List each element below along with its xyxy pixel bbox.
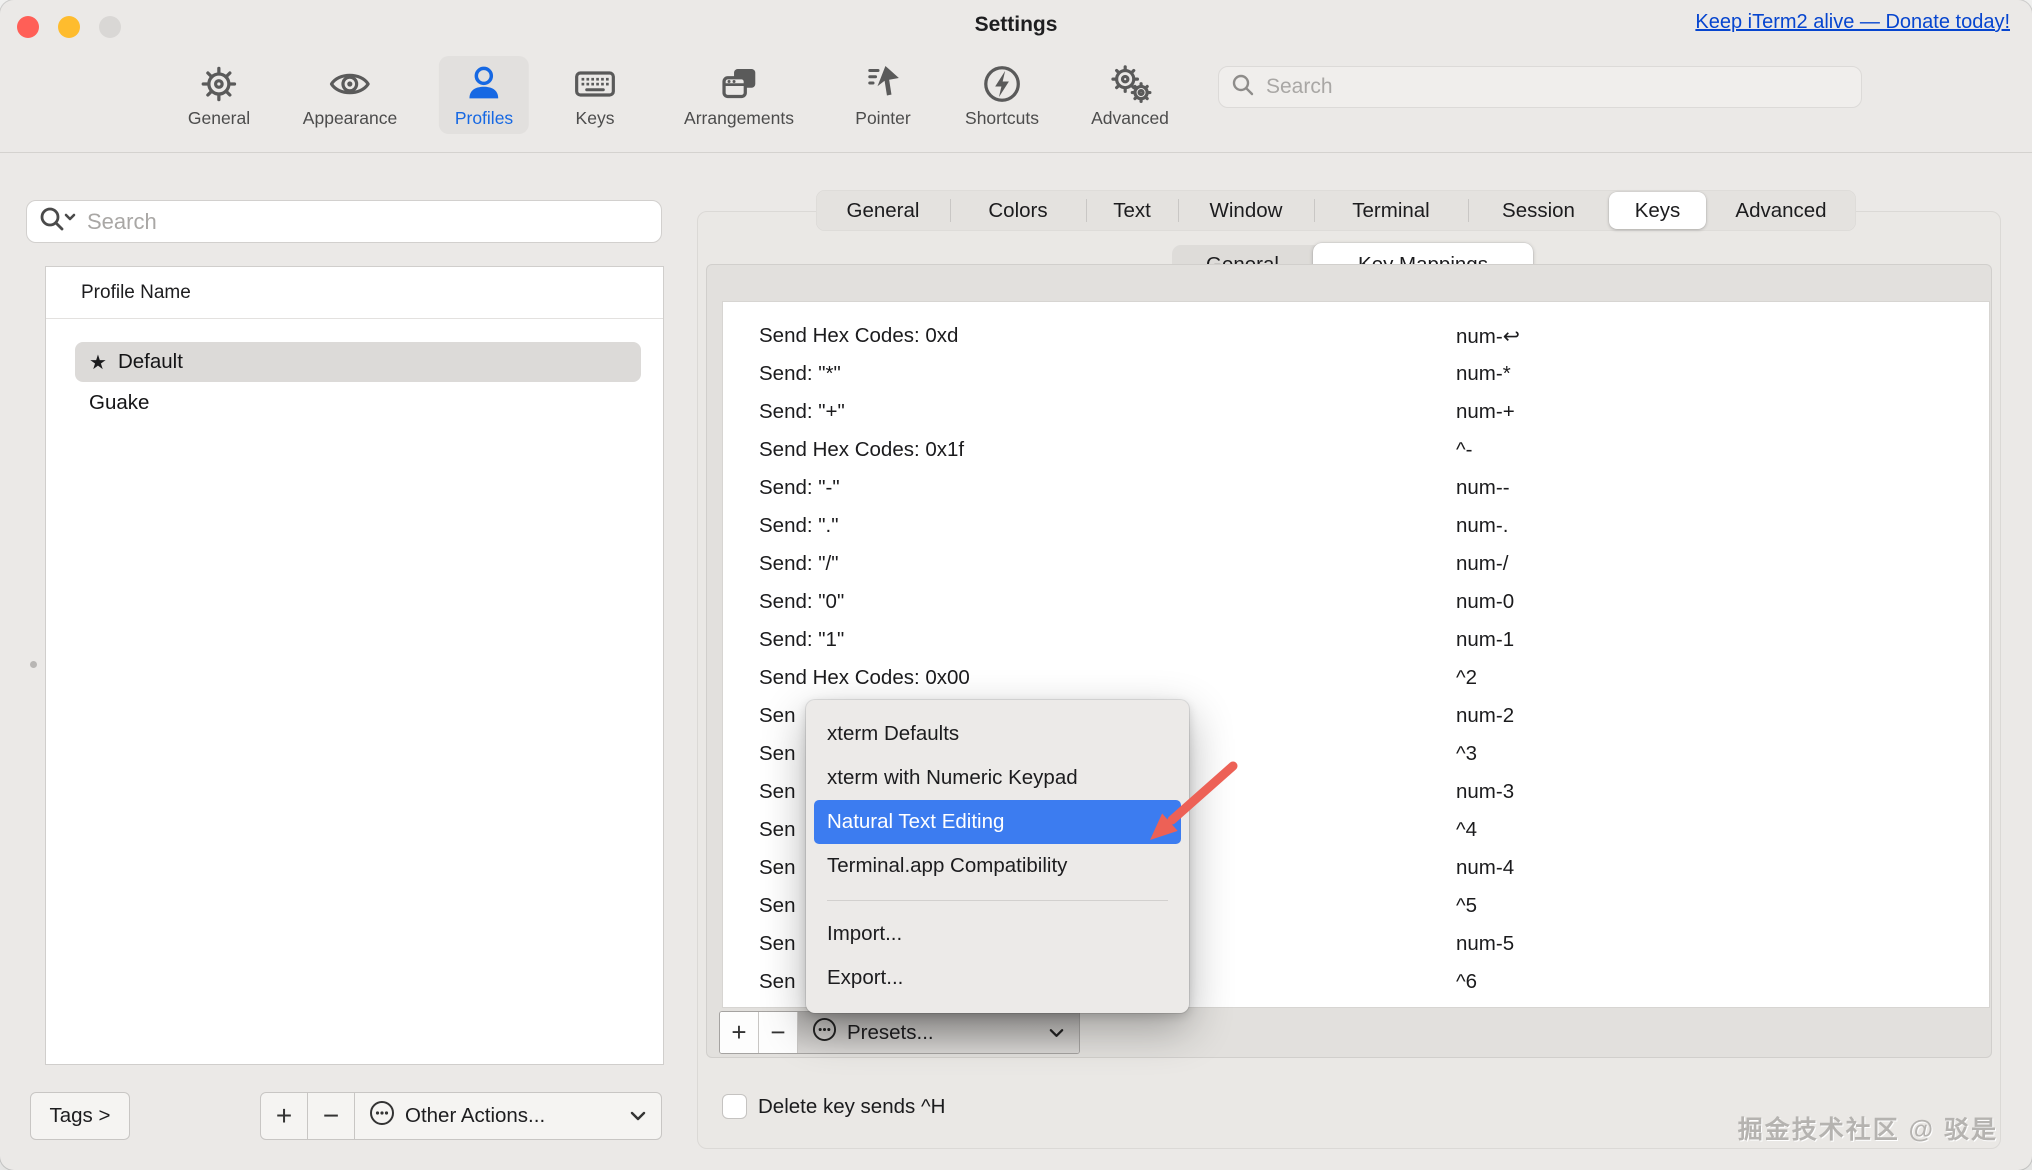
toolbar-item-pointer[interactable]: Pointer [839, 56, 926, 134]
gears-icon [1108, 64, 1152, 104]
profile-tabs: General Colors Text Window Terminal Sess… [816, 190, 1856, 231]
table-row[interactable]: Send: "."num-. [723, 507, 1989, 545]
profile-name: Guake [89, 391, 149, 415]
table-row[interactable]: Send: "/"num-/ [723, 545, 1989, 583]
star-icon: ★ [89, 350, 107, 375]
profile-actions-control: + − Other Actions... [260, 1092, 662, 1140]
settings-window: Settings Keep iTerm2 alive — Donate toda… [0, 0, 2032, 1170]
tab-general[interactable]: General [816, 190, 950, 231]
profile-row-guake[interactable]: Guake [75, 383, 641, 423]
presets-popup-menu: xterm Defaults xterm with Numeric Keypad… [806, 700, 1189, 1013]
toolbar-item-keys[interactable]: Keys [557, 56, 633, 134]
toolbar-item-label: Appearance [303, 109, 397, 128]
key-mapping-actions-control: + − Presets... [719, 1011, 1080, 1054]
toolbar-item-advanced[interactable]: Advanced [1075, 56, 1185, 134]
menu-item-xterm-defaults[interactable]: xterm Defaults [806, 712, 1189, 756]
menu-separator [827, 900, 1168, 901]
toolbar-item-label: Arrangements [684, 109, 794, 128]
profile-name: Default [118, 350, 183, 374]
other-actions-label: Other Actions... [405, 1104, 545, 1128]
person-icon [464, 64, 504, 104]
search-menu-icon [37, 205, 77, 238]
circle-ellipsis-icon [369, 1100, 395, 1132]
lightning-icon [982, 64, 1022, 104]
search-icon [1231, 73, 1255, 102]
eye-icon [328, 64, 372, 104]
tags-button[interactable]: Tags > [30, 1092, 130, 1140]
toolbar-item-label: Advanced [1091, 109, 1169, 128]
table-row[interactable]: Send: "+"num-+ [723, 393, 1989, 431]
tab-text[interactable]: Text [1086, 190, 1178, 231]
chevron-down-icon [629, 1104, 647, 1128]
circle-ellipsis-icon [812, 1017, 837, 1048]
other-actions-menu[interactable]: Other Actions... [355, 1093, 661, 1139]
menu-item-export[interactable]: Export... [806, 956, 1189, 1000]
toolbar-item-appearance[interactable]: Appearance [287, 56, 413, 134]
search-input[interactable] [1264, 74, 1849, 100]
table-row[interactable]: Send: "1"num-1 [723, 621, 1989, 659]
toolbar-divider [0, 152, 2032, 153]
windows-icon [719, 64, 759, 104]
delete-key-label: Delete key sends ^H [758, 1094, 945, 1119]
delete-key-checkbox[interactable] [722, 1094, 747, 1119]
toolbar-item-profiles[interactable]: Profiles [439, 56, 529, 134]
presets-menu-button[interactable]: Presets... [798, 1012, 1079, 1053]
toolbar-item-label: Profiles [455, 109, 513, 128]
table-row[interactable]: Send: "0"num-0 [723, 583, 1989, 621]
add-profile-button[interactable]: + [261, 1093, 308, 1139]
tab-session[interactable]: Session [1468, 190, 1609, 231]
watermark: 掘金技术社区 @ 驳是 [1738, 1110, 1998, 1146]
profile-row-default[interactable]: ★ Default [75, 342, 641, 382]
table-row[interactable]: Send Hex Codes: 0x00^2 [723, 659, 1989, 697]
menu-item-import[interactable]: Import... [806, 912, 1189, 956]
menu-item-natural-text-editing[interactable]: Natural Text Editing [814, 800, 1181, 844]
table-row[interactable]: Send Hex Codes: 0xdnum-↩ [723, 317, 1989, 355]
cursor-icon [863, 64, 903, 104]
tab-terminal[interactable]: Terminal [1314, 190, 1468, 231]
remove-key-mapping-button[interactable]: − [759, 1012, 798, 1053]
table-row[interactable]: Send Hex Codes: 0x1f^- [723, 431, 1989, 469]
toolbar-item-label: Keys [576, 109, 615, 128]
add-key-mapping-button[interactable]: + [720, 1012, 759, 1053]
gear-icon [199, 64, 239, 104]
menu-item-xterm-numeric-keypad[interactable]: xterm with Numeric Keypad [806, 756, 1189, 800]
tab-advanced[interactable]: Advanced [1706, 190, 1856, 231]
donate-link[interactable]: Keep iTerm2 alive — Donate today! [1695, 11, 2010, 34]
table-row[interactable]: Send: "*"num-* [723, 355, 1989, 393]
remove-profile-button[interactable]: − [308, 1093, 355, 1139]
chevron-down-icon [1048, 1021, 1065, 1045]
toolbar-item-label: Shortcuts [965, 109, 1039, 128]
profile-search-input[interactable] [85, 208, 651, 236]
table-row[interactable]: Send: "-"num-- [723, 469, 1989, 507]
toolbar-item-label: Pointer [855, 109, 910, 128]
toolbar-item-arrangements[interactable]: Arrangements [668, 56, 810, 134]
toolbar-search-field[interactable] [1218, 66, 1862, 108]
profile-search-field[interactable] [26, 200, 662, 243]
tab-window[interactable]: Window [1178, 190, 1314, 231]
menu-item-terminal-app-compatibility[interactable]: Terminal.app Compatibility [806, 844, 1189, 888]
toolbar-item-general[interactable]: General [172, 56, 266, 134]
splitter-handle[interactable] [30, 661, 37, 668]
presets-label: Presets... [847, 1021, 934, 1045]
toolbar-item-shortcuts[interactable]: Shortcuts [949, 56, 1055, 134]
toolbar-item-label: General [188, 109, 250, 128]
tab-keys[interactable]: Keys [1609, 192, 1706, 229]
tab-colors[interactable]: Colors [950, 190, 1086, 231]
profile-list: Profile Name ★ Default Guake [45, 266, 664, 1065]
keyboard-icon [573, 64, 617, 104]
profile-list-header: Profile Name [46, 267, 663, 319]
